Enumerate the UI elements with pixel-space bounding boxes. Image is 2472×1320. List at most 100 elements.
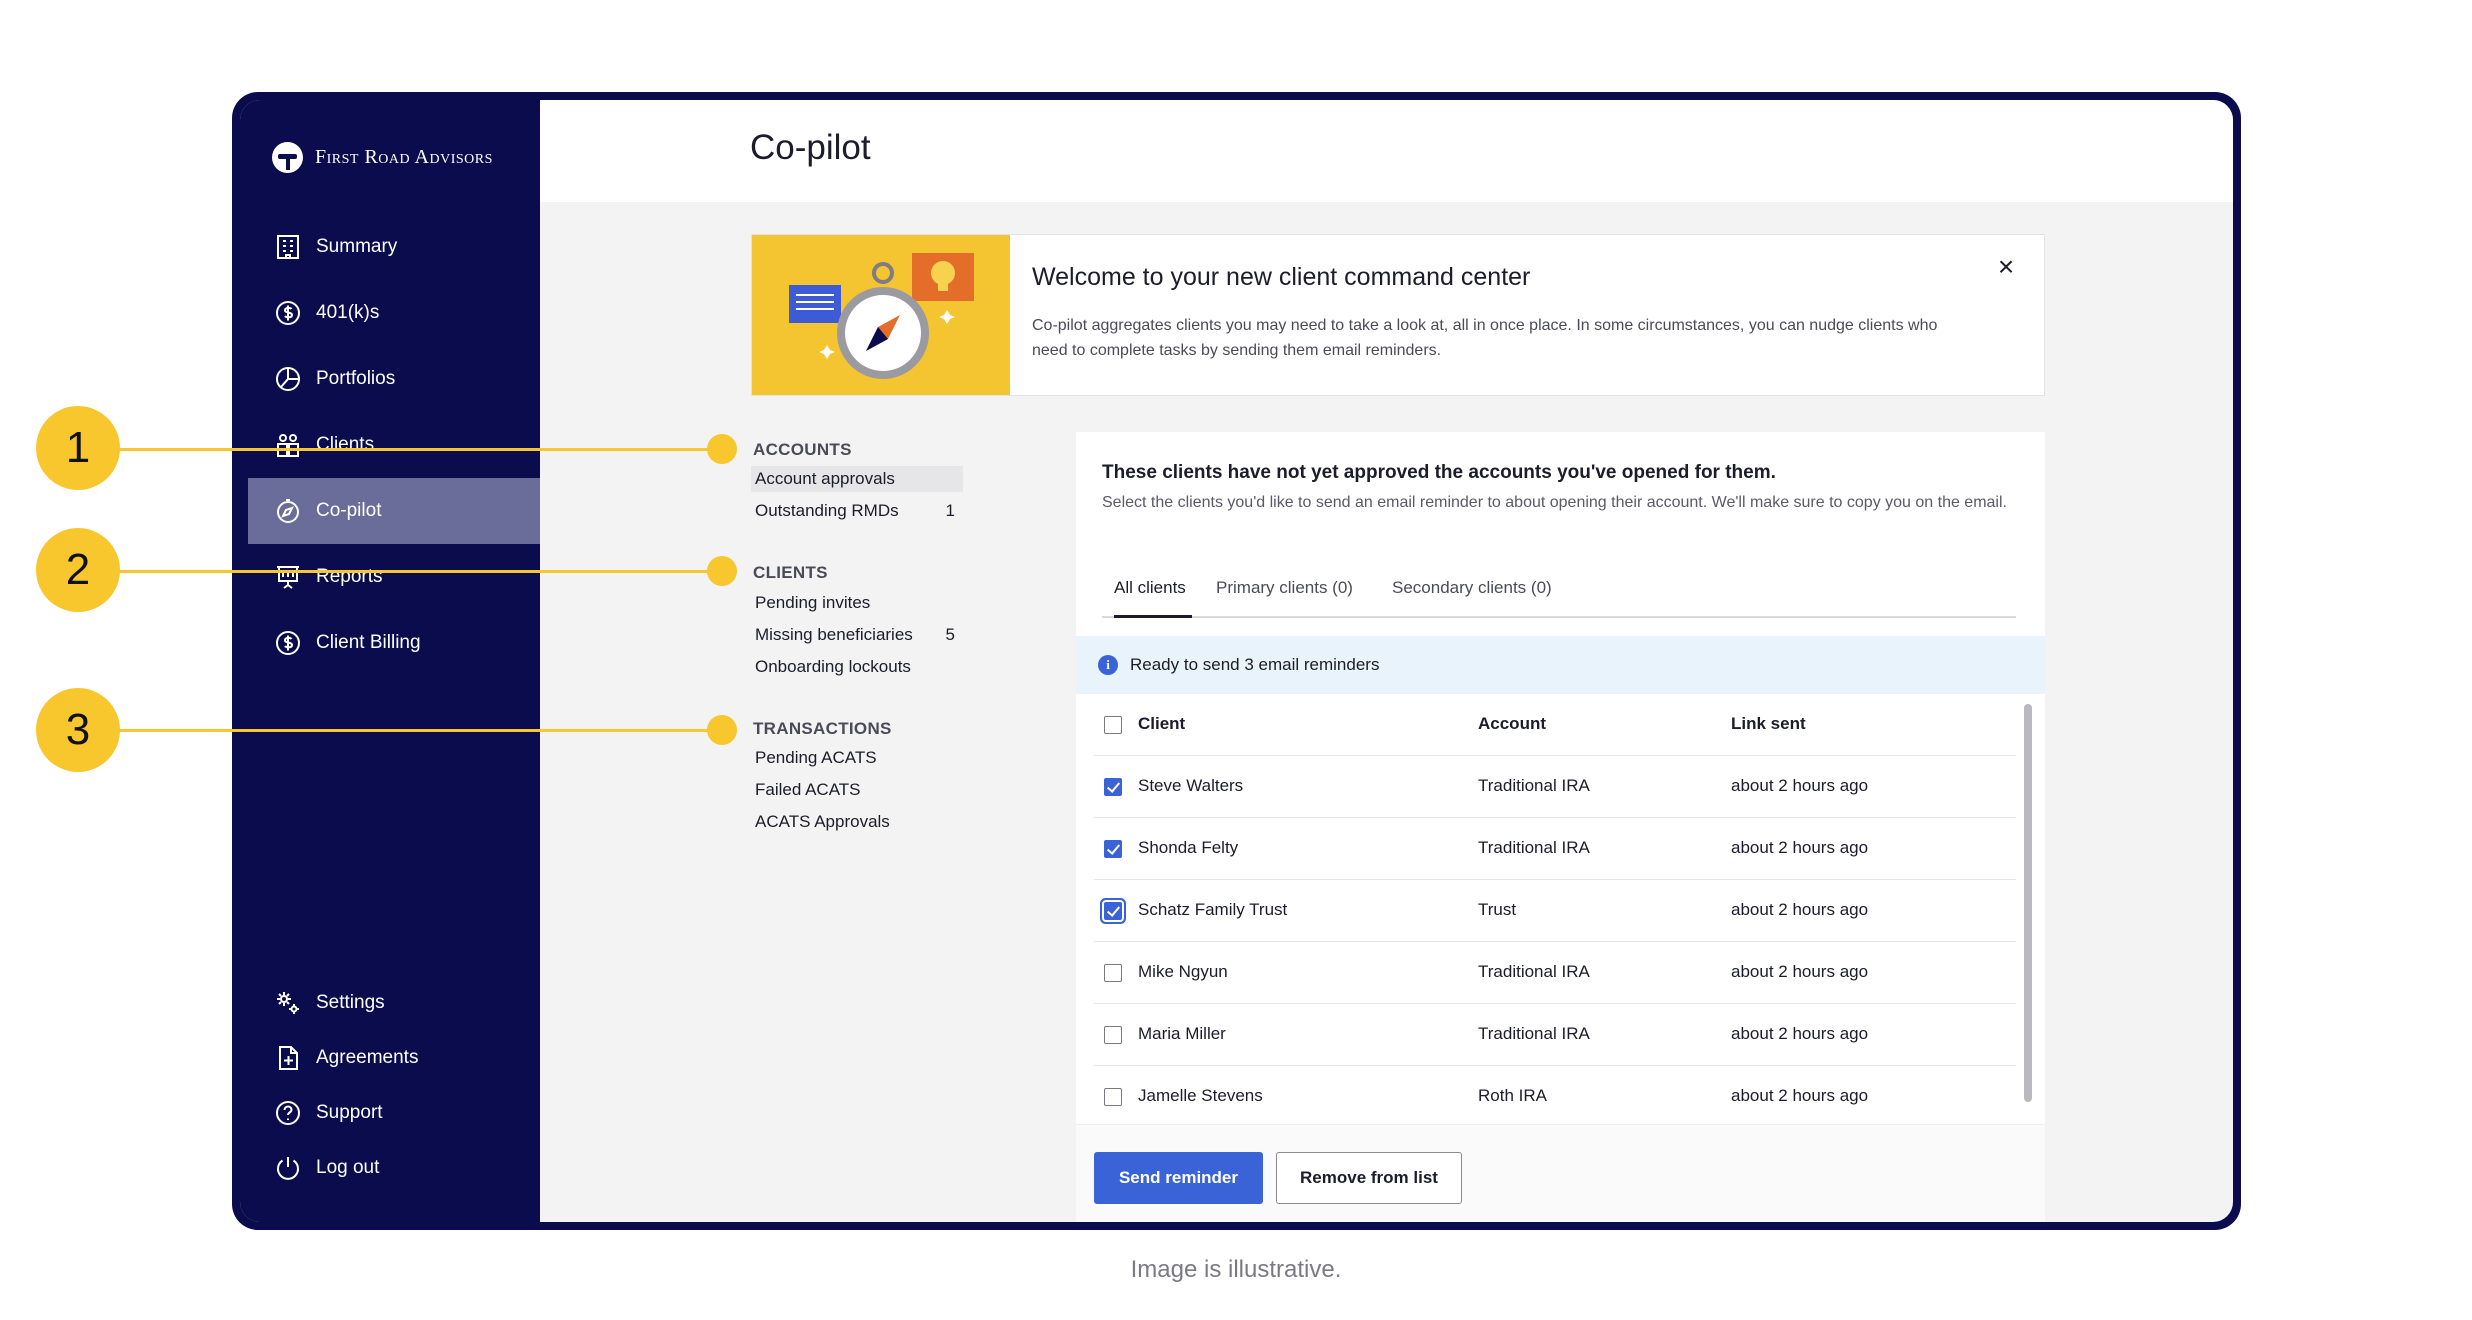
table-row[interactable]: Maria Miller Traditional IRA about 2 hou… <box>1094 1004 2016 1066</box>
image-caption: Image is illustrative. <box>1130 1256 1342 1283</box>
cell-client: Jamelle Stevens <box>1138 1086 1263 1105</box>
sidebar-item-label: Agreements <box>316 1047 419 1068</box>
sidebar-item-label: Portfolios <box>316 368 396 389</box>
cell-account: Roth IRA <box>1478 1086 1547 1105</box>
category-item-missing-beneficiaries[interactable]: Missing beneficiaries 5 <box>751 622 963 648</box>
table-scrollbar[interactable] <box>2024 704 2032 1102</box>
table-header-row: Client Account Link sent <box>1094 694 2016 756</box>
cell-account: Traditional IRA <box>1478 1024 1590 1043</box>
category-item-account-approvals[interactable]: Account approvals <box>751 466 963 492</box>
client-tabs: All clients Primary clients (0) Secondar… <box>1102 578 2016 618</box>
callout-dot-2 <box>707 556 737 586</box>
brand-logo[interactable]: First Road Advisors <box>272 142 493 173</box>
info-banner: i Ready to send 3 email reminders <box>1076 636 2045 694</box>
callout-dot-1 <box>707 434 737 464</box>
category-count: 1 <box>945 501 955 520</box>
category-item-label: ACATS Approvals <box>755 812 890 831</box>
cell-link-sent: about 2 hours ago <box>1731 1024 1869 1043</box>
category-item-label: Pending ACATS <box>755 748 877 767</box>
sidebar-item-label: Support <box>316 1102 383 1123</box>
tab-secondary-clients[interactable]: Secondary clients (0) <box>1392 578 1552 618</box>
callout-dot-3 <box>707 715 737 745</box>
row-checkbox[interactable] <box>1104 1088 1122 1106</box>
table-row[interactable]: Schatz Family Trust Trust about 2 hours … <box>1094 880 2016 942</box>
callout-line-1 <box>110 448 730 451</box>
row-checkbox[interactable] <box>1104 902 1122 920</box>
callout-line-2 <box>110 570 730 573</box>
building-icon <box>277 235 299 259</box>
category-item-label: Account approvals <box>755 469 895 488</box>
sidebar-item-label: Log out <box>316 1157 380 1178</box>
callout-line-3 <box>110 729 730 732</box>
category-item-pending-acats[interactable]: Pending ACATS <box>751 745 963 771</box>
table-row[interactable]: Shonda Felty Traditional IRA about 2 hou… <box>1094 818 2016 880</box>
category-item-label: Pending invites <box>755 593 871 612</box>
sidebar-item-label: Co-pilot <box>316 500 382 521</box>
row-checkbox[interactable] <box>1104 840 1122 858</box>
dollar-circle-icon <box>276 301 300 325</box>
sidebar-item-label: Settings <box>316 992 385 1013</box>
callout-badge-2: 2 <box>36 528 120 612</box>
client-panel: These clients have not yet approved the … <box>1076 432 2045 1222</box>
row-checkbox[interactable] <box>1104 778 1122 796</box>
category-heading-clients: CLIENTS <box>753 563 828 582</box>
cell-link-sent: about 2 hours ago <box>1731 900 1869 919</box>
category-item-outstanding-rmds[interactable]: Outstanding RMDs 1 <box>751 498 963 524</box>
panel-footer: Send reminder Remove from list <box>1076 1124 2045 1222</box>
sidebar-item-label: 401(k)s <box>316 302 380 323</box>
cell-link-sent: about 2 hours ago <box>1731 1086 1869 1105</box>
table-row[interactable]: Jamelle Stevens Roth IRA about 2 hours a… <box>1094 1066 2016 1112</box>
sidebar-item-portfolios[interactable]: Portfolios <box>248 346 540 412</box>
sidebar-item-reports[interactable]: Reports <box>248 544 540 610</box>
cell-client: Maria Miller <box>1138 1024 1226 1043</box>
sidebar-item-support[interactable]: Support <box>248 1085 540 1141</box>
scrollbar-thumb[interactable] <box>2024 704 2032 1102</box>
cell-link-sent: about 2 hours ago <box>1731 838 1869 857</box>
sidebar-item-settings[interactable]: Settings <box>248 975 540 1031</box>
gears-icon <box>277 992 299 1014</box>
table-row[interactable]: Steve Walters Traditional IRA about 2 ho… <box>1094 756 2016 818</box>
panel-heading: These clients have not yet approved the … <box>1102 462 1776 483</box>
select-all-checkbox[interactable] <box>1104 716 1122 734</box>
brand-name: First Road Advisors <box>315 146 493 168</box>
category-item-label: Failed ACATS <box>755 780 861 799</box>
cell-client: Steve Walters <box>1138 776 1244 795</box>
category-item-label: Missing beneficiaries <box>755 625 913 644</box>
sidebar-item-log-out[interactable]: Log out <box>248 1140 540 1196</box>
category-item-pending-invites[interactable]: Pending invites <box>751 590 963 616</box>
cell-account: Trust <box>1478 900 1517 919</box>
category-item-failed-acats[interactable]: Failed ACATS <box>751 777 963 803</box>
sidebar-item-401ks[interactable]: 401(k)s <box>248 280 540 346</box>
pie-chart-icon <box>276 367 300 391</box>
sidebar-item-label: Client Billing <box>316 632 421 653</box>
cell-account: Traditional IRA <box>1478 962 1590 981</box>
panel-subtext: Select the clients you'd like to send an… <box>1102 494 2007 511</box>
banner-illustration <box>752 235 1010 395</box>
remove-from-list-button[interactable]: Remove from list <box>1276 1152 1462 1204</box>
device-frame: First Road Advisors Summary 401(k)s Port… <box>232 92 2241 1230</box>
presentation-chart-icon <box>277 566 299 589</box>
sidebar-item-summary[interactable]: Summary <box>248 214 540 280</box>
row-checkbox[interactable] <box>1104 964 1122 982</box>
sidebar-item-client-billing[interactable]: Client Billing <box>248 610 540 676</box>
sidebar-item-clients[interactable]: Clients <box>248 412 540 478</box>
sidebar-item-co-pilot[interactable]: Co-pilot <box>248 478 540 544</box>
row-checkbox[interactable] <box>1104 1026 1122 1044</box>
table-row[interactable]: Mike Ngyun Traditional IRA about 2 hours… <box>1094 942 2016 1004</box>
cell-client: Schatz Family Trust <box>1138 900 1288 919</box>
category-item-onboarding-lockouts[interactable]: Onboarding lockouts <box>751 654 963 680</box>
sidebar-item-agreements[interactable]: Agreements <box>248 1030 540 1086</box>
cell-link-sent: about 2 hours ago <box>1731 776 1869 795</box>
banner-title: Welcome to your new client command cente… <box>1032 263 1531 291</box>
category-item-acats-approvals[interactable]: ACATS Approvals <box>751 809 963 835</box>
close-icon[interactable]: × <box>1990 251 2022 283</box>
send-reminder-button[interactable]: Send reminder <box>1094 1152 1263 1204</box>
category-count: 5 <box>945 625 955 644</box>
tab-primary-clients[interactable]: Primary clients (0) <box>1216 578 1353 618</box>
cell-account: Traditional IRA <box>1478 838 1590 857</box>
compass-icon <box>277 499 299 523</box>
page-title: Co-pilot <box>750 128 871 167</box>
callout-badge-1: 1 <box>36 406 120 490</box>
tab-all-clients[interactable]: All clients <box>1114 578 1192 618</box>
cell-client: Mike Ngyun <box>1138 962 1228 981</box>
